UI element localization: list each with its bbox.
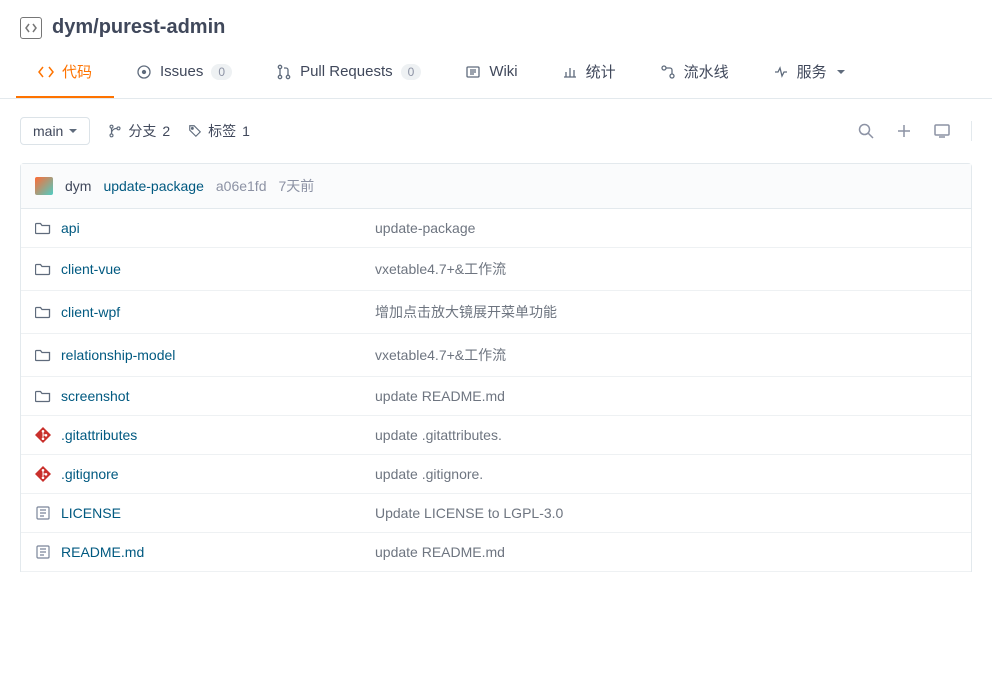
folder-icon — [35, 220, 51, 236]
search-icon[interactable] — [857, 122, 875, 140]
latest-commit-bar: dym update-package a06e1fd 7天前 — [21, 164, 971, 209]
document-icon — [35, 544, 51, 560]
services-icon — [773, 64, 789, 80]
file-name-link[interactable]: api — [35, 220, 375, 236]
issues-count-badge: 0 — [211, 64, 232, 80]
repo-icon — [20, 17, 42, 39]
repo-title[interactable]: dym/purest-admin — [52, 16, 225, 39]
branches-link[interactable]: 分支 2 — [108, 121, 170, 141]
file-name-text: LICENSE — [61, 505, 121, 521]
author-avatar[interactable] — [35, 177, 53, 195]
prs-count-badge: 0 — [401, 64, 422, 80]
file-name-text: README.md — [61, 544, 144, 560]
tags-link[interactable]: 标签 1 — [188, 121, 250, 141]
file-name-link[interactable]: client-vue — [35, 261, 375, 277]
file-row: client-vue vxetable4.7+&工作流 — [21, 248, 971, 291]
file-name-text: client-wpf — [61, 304, 120, 320]
add-icon[interactable] — [895, 122, 913, 140]
file-name-link[interactable]: .gitattributes — [35, 427, 375, 443]
file-commit-message[interactable]: Update LICENSE to LGPL-3.0 — [375, 505, 957, 521]
file-row: screenshot update README.md — [21, 377, 971, 416]
file-commit-message[interactable]: update-package — [375, 220, 957, 236]
branch-selector[interactable]: main — [20, 117, 90, 145]
code-icon — [38, 64, 54, 80]
file-row: client-wpf 增加点击放大镜展开菜单功能 — [21, 291, 971, 334]
file-name-text: api — [61, 220, 80, 236]
commit-hash[interactable]: a06e1fd — [216, 178, 267, 194]
file-row: .gitattributes update .gitattributes. — [21, 416, 971, 455]
chevron-down-icon — [69, 127, 77, 135]
git-icon — [35, 466, 51, 482]
chevron-down-icon — [837, 63, 845, 80]
web-ide-icon[interactable] — [933, 122, 951, 140]
folder-icon — [35, 304, 51, 320]
file-name-link[interactable]: screenshot — [35, 388, 375, 404]
issues-icon — [136, 64, 152, 80]
file-name-text: .gitattributes — [61, 427, 137, 443]
repo-tabs: 代码 Issues 0 Pull Requests 0 Wiki 统计 流水线 … — [0, 47, 992, 99]
file-name-link[interactable]: relationship-model — [35, 347, 375, 363]
file-panel: dym update-package a06e1fd 7天前 api update… — [20, 163, 972, 572]
file-commit-message[interactable]: update .gitignore. — [375, 466, 957, 482]
tab-stats[interactable]: 统计 — [540, 47, 638, 98]
commit-message[interactable]: update-package — [103, 178, 203, 194]
pipeline-icon — [660, 64, 676, 80]
folder-icon — [35, 347, 51, 363]
file-name-link[interactable]: .gitignore — [35, 466, 375, 482]
file-name-link[interactable]: client-wpf — [35, 304, 375, 320]
wiki-icon — [465, 64, 481, 80]
file-row: .gitignore update .gitignore. — [21, 455, 971, 494]
file-name-link[interactable]: LICENSE — [35, 505, 375, 521]
tab-pipeline[interactable]: 流水线 — [638, 47, 751, 98]
branch-icon — [108, 124, 122, 138]
git-icon — [35, 427, 51, 443]
repo-header: dym/purest-admin — [0, 0, 992, 47]
divider — [971, 121, 972, 141]
folder-icon — [35, 261, 51, 277]
repo-toolbar: main 分支 2 标签 1 — [0, 99, 992, 163]
file-commit-message[interactable]: 增加点击放大镜展开菜单功能 — [375, 302, 957, 322]
tab-issues[interactable]: Issues 0 — [114, 47, 254, 98]
file-name-text: screenshot — [61, 388, 129, 404]
tab-wiki[interactable]: Wiki — [443, 47, 539, 98]
tab-services[interactable]: 服务 — [751, 47, 867, 98]
file-commit-message[interactable]: update README.md — [375, 388, 957, 404]
file-commit-message[interactable]: update README.md — [375, 544, 957, 560]
file-commit-message[interactable]: vxetable4.7+&工作流 — [375, 345, 957, 365]
folder-icon — [35, 388, 51, 404]
tab-code[interactable]: 代码 — [16, 47, 114, 98]
file-row: LICENSE Update LICENSE to LGPL-3.0 — [21, 494, 971, 533]
file-name-text: .gitignore — [61, 466, 119, 482]
file-list: api update-package client-vue vxetable4.7+&… — [21, 209, 971, 572]
commit-time: 7天前 — [278, 176, 314, 196]
document-icon — [35, 505, 51, 521]
file-row: relationship-model vxetable4.7+&工作流 — [21, 334, 971, 377]
file-name-text: relationship-model — [61, 347, 175, 363]
file-commit-message[interactable]: vxetable4.7+&工作流 — [375, 259, 957, 279]
file-commit-message[interactable]: update .gitattributes. — [375, 427, 957, 443]
file-row: README.md update README.md — [21, 533, 971, 572]
stats-icon — [562, 64, 578, 80]
file-name-text: client-vue — [61, 261, 121, 277]
commit-author[interactable]: dym — [65, 178, 91, 194]
file-name-link[interactable]: README.md — [35, 544, 375, 560]
file-row: api update-package — [21, 209, 971, 248]
tab-pull-requests[interactable]: Pull Requests 0 — [254, 47, 443, 98]
tag-icon — [188, 124, 202, 138]
pull-request-icon — [276, 64, 292, 80]
